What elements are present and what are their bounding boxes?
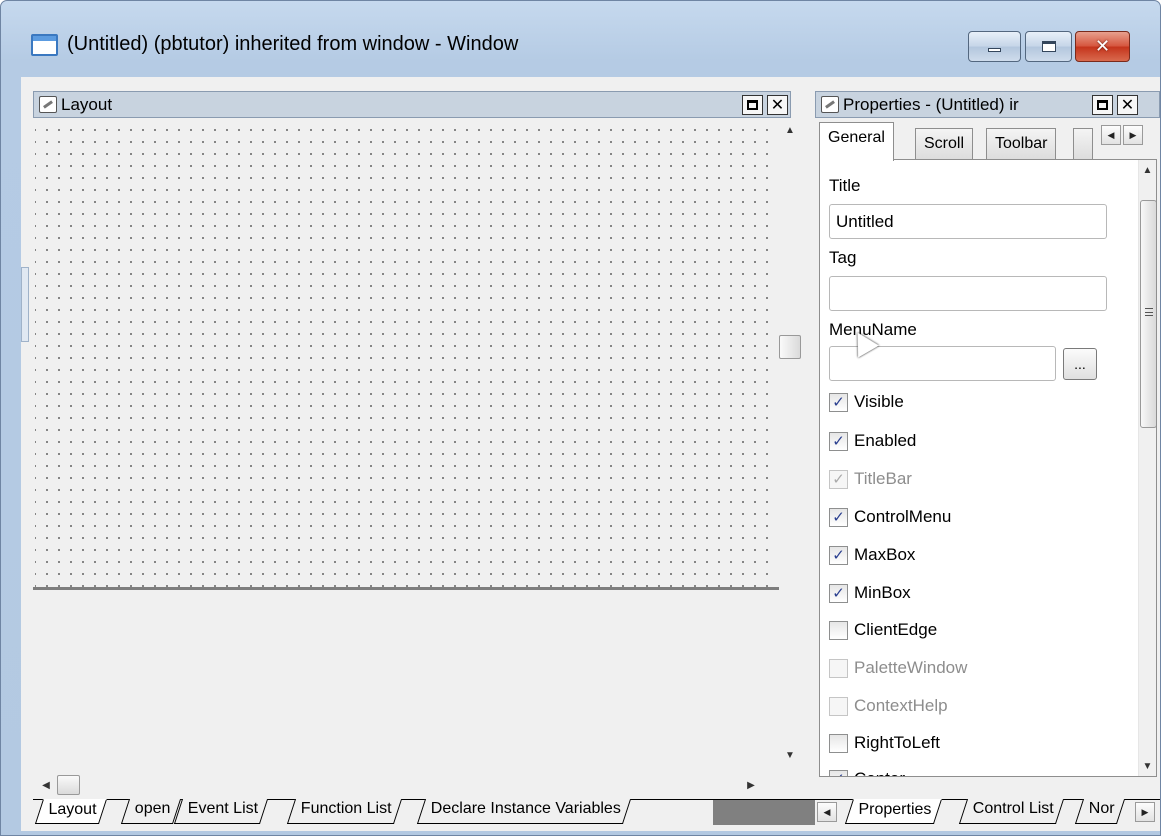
pin-icon[interactable] [39, 96, 57, 113]
properties-vertical-scrollbar[interactable]: ▲ ▼ [1138, 160, 1156, 776]
scroll-up-icon[interactable]: ▲ [1139, 160, 1156, 180]
tab-event-list[interactable]: Event List [173, 799, 269, 824]
checkbox-clientedge[interactable]: ClientEdge [829, 618, 937, 642]
checkbox-unchecked-icon [829, 620, 848, 640]
properties-pane: Properties - (Untitled) ir ✕ General Scr… [815, 91, 1160, 831]
tab-toolbar[interactable]: Toolbar [986, 128, 1057, 160]
scroll-right-icon[interactable]: ▶ [740, 775, 762, 795]
tab-general[interactable]: General [819, 122, 894, 161]
maximize-icon [747, 100, 758, 110]
minimize-icon [988, 47, 1001, 52]
client-area: Layout ✕ ▲ ▼ ◀ ▶ Layout open Event List [21, 77, 1160, 831]
properties-scroll-thumb[interactable] [1140, 200, 1156, 428]
checkbox-palettewindow: PaletteWindow [829, 656, 967, 680]
close-icon: ✕ [770, 95, 785, 114]
properties-bottom-tab-strip: ◀ Properties Control List Nor ▶ [815, 799, 1160, 825]
minimize-button[interactable] [968, 31, 1021, 62]
checkbox-visible[interactable]: ✓ Visible [829, 390, 904, 414]
checkbox-checked-icon: ✓ [829, 507, 848, 527]
bottom-tab-scroll-right-icon[interactable]: ▶ [1135, 802, 1155, 822]
checkbox-minbox[interactable]: ✓ MinBox [829, 581, 911, 605]
checkbox-checked-icon: ✓ [829, 769, 848, 776]
scroll-up-icon[interactable]: ▲ [779, 120, 801, 140]
tab-nor[interactable]: Nor [1074, 799, 1125, 824]
horizontal-scroll-thumb[interactable] [57, 775, 80, 795]
tab-scroll-right-icon[interactable]: ▶ [1123, 125, 1143, 145]
tag-field[interactable] [829, 276, 1107, 311]
menuname-browse-button[interactable]: ... [1063, 348, 1097, 380]
checkbox-checked-icon: ✓ [829, 431, 848, 451]
general-properties-panel: Title Untitled Tag MenuName ... ✓ Visible… [819, 159, 1157, 777]
tab-declare-instance-variables[interactable]: Declare Instance Variables [416, 799, 632, 824]
properties-close-button[interactable]: ✕ [1117, 95, 1138, 115]
checkbox-unchecked-icon [829, 658, 848, 678]
checkbox-enabled[interactable]: ✓ Enabled [829, 429, 916, 453]
vertical-scroll-thumb[interactable] [779, 335, 801, 359]
checkbox-maxbox[interactable]: ✓ MaxBox [829, 543, 915, 567]
window-title: (Untitled) (pbtutor) inherited from wind… [67, 33, 519, 55]
layout-workspace[interactable] [35, 590, 783, 775]
tab-properties[interactable]: Properties [844, 799, 942, 824]
maximize-icon [1041, 41, 1056, 52]
scroll-left-icon[interactable]: ◀ [35, 775, 57, 795]
tab-function-list[interactable]: Function List [286, 799, 402, 824]
checkbox-center[interactable]: ✓Center [829, 767, 905, 776]
tab-layout[interactable]: Layout [34, 799, 108, 824]
scroll-down-icon[interactable]: ▼ [1139, 756, 1156, 776]
left-splitter[interactable] [21, 267, 29, 342]
tab-scroll[interactable]: Scroll [915, 128, 974, 160]
scroll-down-icon[interactable]: ▼ [779, 745, 801, 765]
application-window: (Untitled) (pbtutor) inherited from wind… [0, 0, 1161, 836]
checkbox-unchecked-icon [829, 733, 848, 753]
properties-tab-strip: General Scroll Toolbar ◀ ▶ [819, 119, 1157, 161]
tag-label: Tag [829, 248, 857, 267]
tab-control-list[interactable]: Control List [958, 799, 1064, 824]
properties-pane-header[interactable]: Properties - (Untitled) ir ✕ [815, 91, 1160, 118]
properties-maximize-button[interactable] [1092, 95, 1113, 115]
properties-pane-title: Properties - (Untitled) ir [843, 95, 1019, 114]
checkbox-checked-icon: ✓ [829, 392, 848, 412]
close-icon: ✕ [1094, 36, 1111, 57]
pin-icon[interactable] [821, 96, 839, 113]
close-button[interactable]: ✕ [1075, 31, 1130, 62]
maximize-button[interactable] [1025, 31, 1072, 62]
checkbox-checked-icon: ✓ [829, 545, 848, 565]
layout-maximize-button[interactable] [742, 95, 763, 115]
checkbox-checked-icon: ✓ [829, 469, 848, 489]
tab-overflow[interactable] [1073, 128, 1093, 160]
layout-pane: Layout ✕ ▲ ▼ ◀ ▶ Layout open Event List [33, 91, 819, 831]
checkbox-contexthelp: ContextHelp [829, 694, 948, 718]
layout-horizontal-scrollbar[interactable]: ◀ ▶ [35, 774, 781, 796]
tab-scroll-left-icon[interactable]: ◀ [1101, 125, 1121, 145]
checkbox-checked-icon: ✓ [829, 583, 848, 603]
title-label: Title [829, 176, 861, 195]
title-field[interactable]: Untitled [829, 204, 1107, 239]
checkbox-righttoleft[interactable]: RightToLeft [829, 731, 940, 755]
window-icon [31, 34, 58, 56]
layout-vertical-scrollbar[interactable]: ▲ ▼ [779, 120, 801, 765]
title-bar[interactable]: (Untitled) (pbtutor) inherited from wind… [1, 1, 1160, 83]
grip-icon [1145, 308, 1153, 316]
layout-tab-strip: Layout open Event List Function List Dec… [33, 799, 819, 825]
design-canvas[interactable] [35, 120, 775, 588]
checkbox-controlmenu[interactable]: ✓ ControlMenu [829, 505, 951, 529]
layout-pane-header[interactable]: Layout ✕ [33, 91, 791, 118]
layout-pane-title: Layout [61, 95, 113, 114]
bottom-tab-scroll-left-icon[interactable]: ◀ [817, 802, 837, 822]
checkbox-titlebar: ✓ TitleBar [829, 467, 912, 491]
checkbox-unchecked-icon [829, 696, 848, 716]
maximize-icon [1097, 100, 1108, 110]
close-icon: ✕ [1120, 95, 1135, 114]
tab-open[interactable]: open [120, 799, 181, 824]
layout-close-button[interactable]: ✕ [767, 95, 788, 115]
tab-strip-fill [713, 800, 819, 825]
